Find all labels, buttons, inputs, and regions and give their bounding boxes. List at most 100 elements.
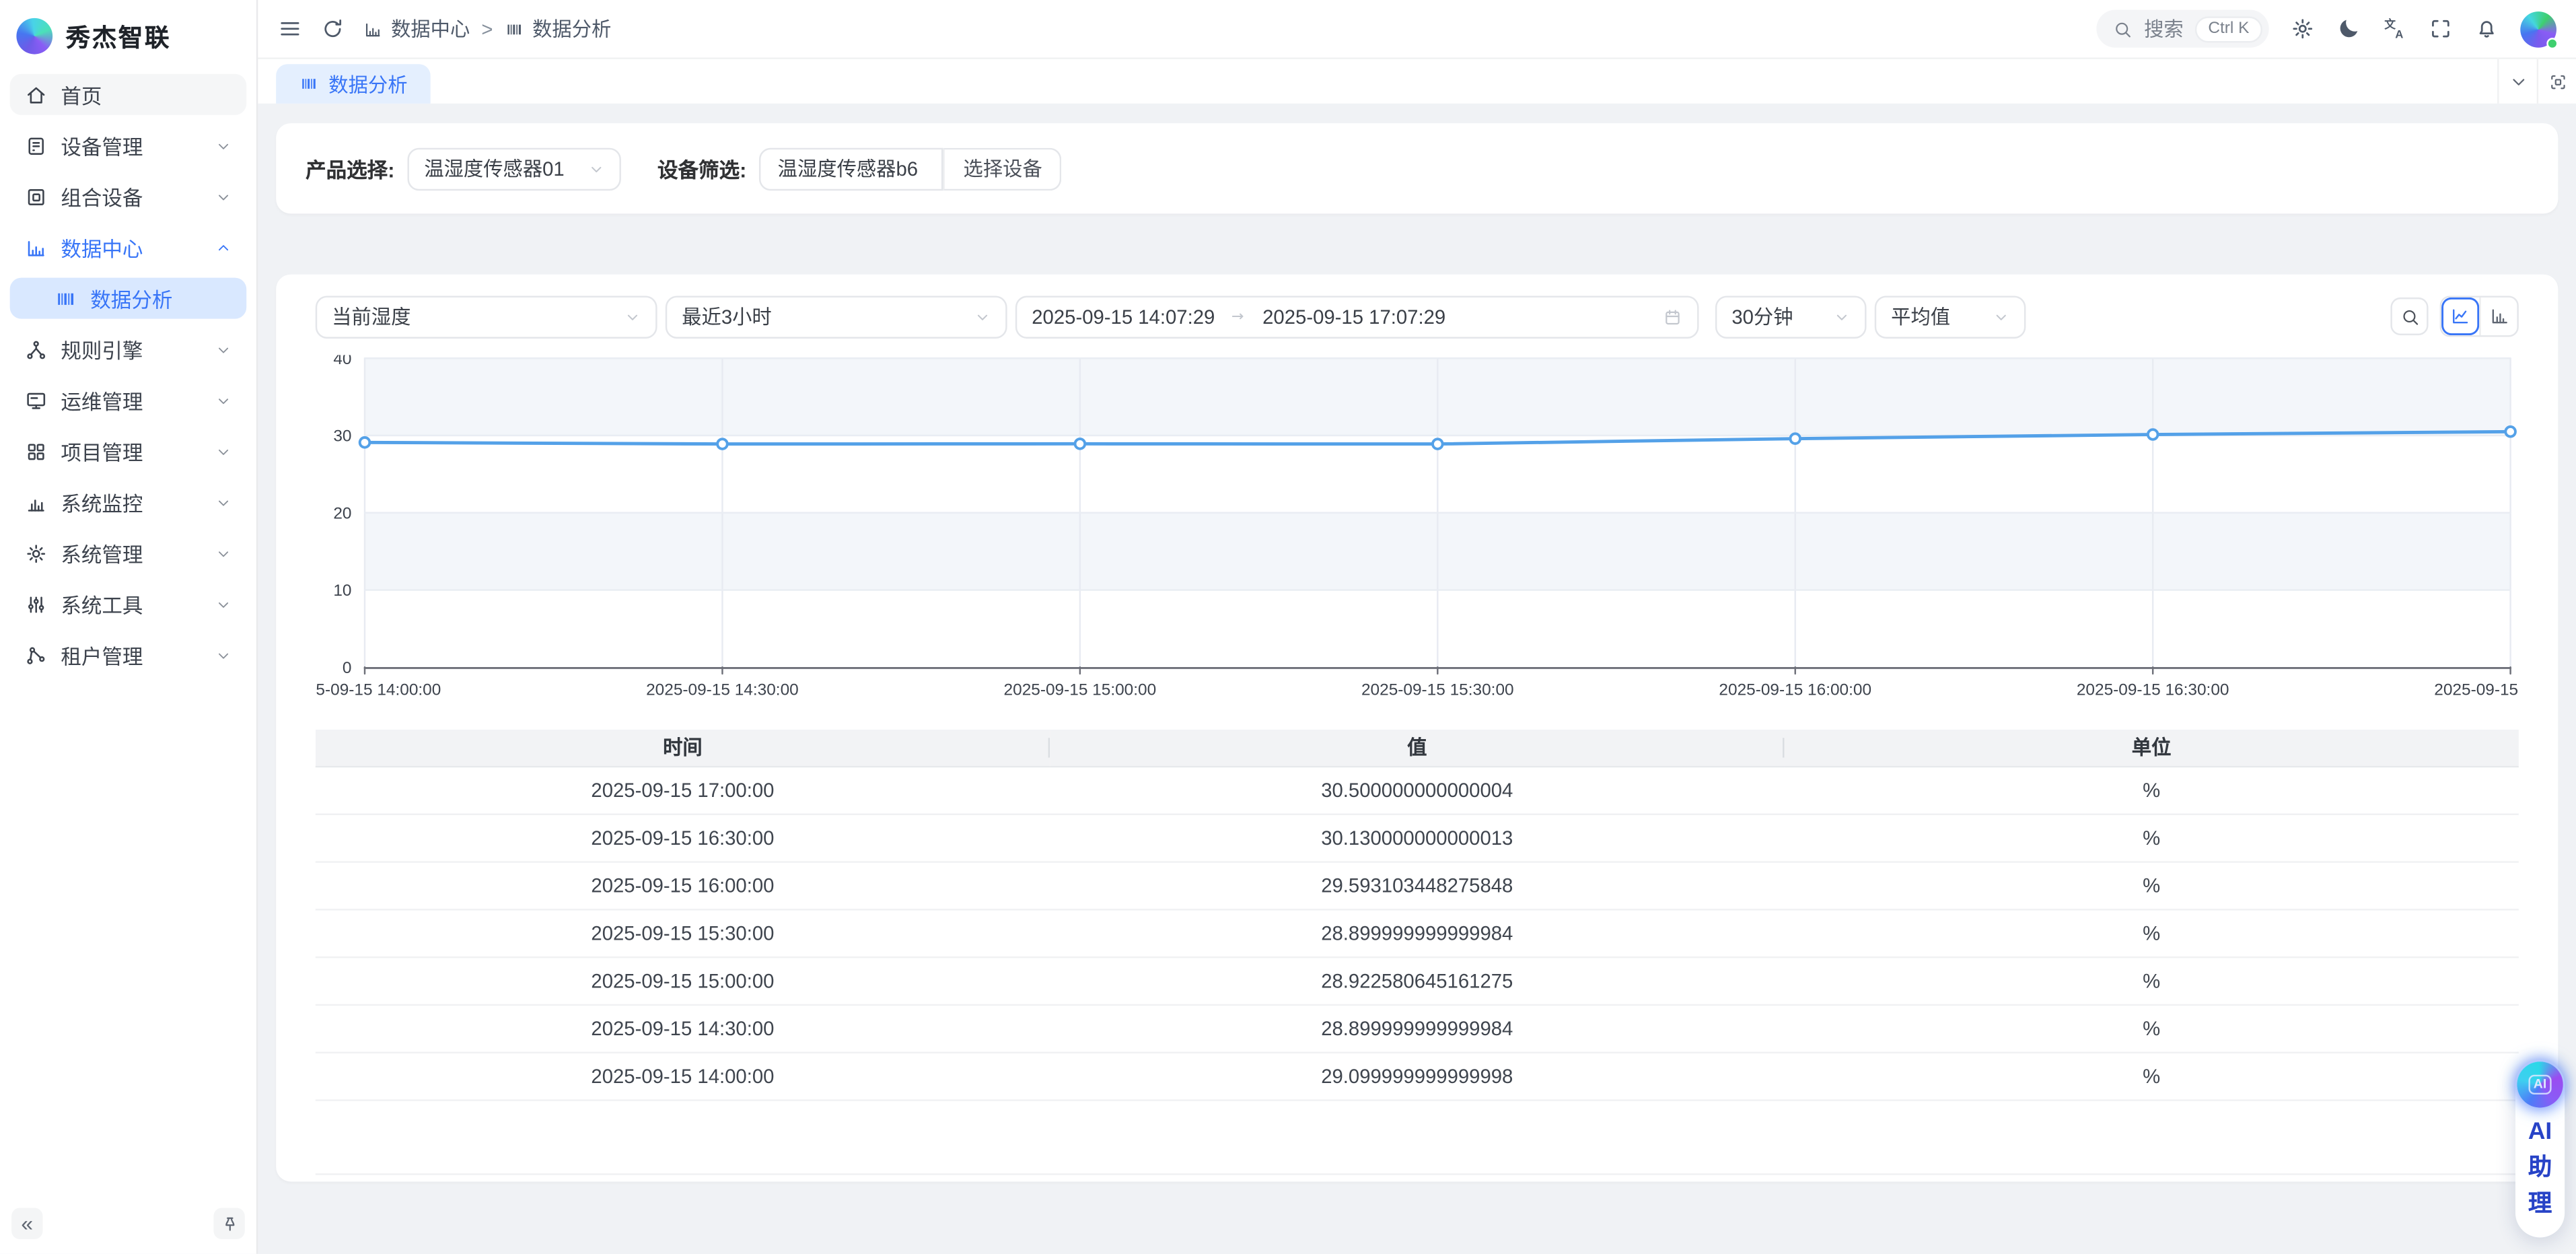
tab-list-dropdown-button[interactable] [2497, 59, 2537, 104]
cell-time: 2025-09-15 15:30:00 [316, 909, 1050, 956]
sidebar-item-label: 系统管理 [61, 537, 143, 568]
humidity-line-chart[interactable]: 0102030402025-09-15 14:00:002025-09-15 1… [316, 355, 2519, 708]
histogram-icon [25, 491, 48, 514]
chevron-down-icon [1834, 308, 1850, 324]
select-device-button[interactable]: 选择设备 [943, 147, 1062, 190]
breadcrumb-separator: > [481, 18, 493, 40]
column-header-value[interactable]: 值 [1050, 730, 1784, 766]
aggregation-select[interactable]: 平均值 [1875, 295, 2026, 337]
language-button[interactable]: 文A [2382, 16, 2407, 41]
metric-select[interactable]: 当前湿度 [316, 295, 657, 337]
chevron-down-icon [215, 341, 231, 357]
refresh-button[interactable] [320, 16, 345, 41]
svg-text:30: 30 [333, 427, 351, 446]
sidebar-item-rules-engine[interactable]: 规则引擎 [10, 328, 247, 370]
chevron-down-icon [215, 494, 231, 510]
chart-controls: 当前湿度 最近3小时 2025-09-15 14:07:29 2025-09-1… [316, 295, 2519, 337]
analysis-panel: 当前湿度 最近3小时 2025-09-15 14:07:29 2025-09-1… [276, 275, 2558, 1182]
column-header-unit[interactable]: 单位 [1784, 730, 2518, 766]
chart-type-toggle [2440, 295, 2519, 337]
device-filter-label: 设备筛选: [657, 153, 746, 184]
data-table: 时间 值 单位 2025-09-15 17:00:0030.5000000000… [316, 730, 2519, 1101]
brand-logo-icon [16, 18, 52, 55]
sidebar-item-tenant-management[interactable]: 租户管理 [10, 634, 247, 675]
tabbar: 数据分析 [258, 59, 2576, 104]
svg-text:10: 10 [333, 582, 351, 600]
sidebar-item-label: 规则引擎 [61, 334, 143, 365]
cell-value: 28.899999999999984 [1050, 1004, 1784, 1052]
arrow-right-icon [1229, 308, 1248, 326]
settings-button[interactable] [2290, 16, 2315, 41]
date-range-picker[interactable]: 2025-09-15 14:07:29 2025-09-15 17:07:29 [1015, 295, 1699, 337]
notifications-bell-button[interactable] [2474, 16, 2499, 41]
cell-value: 30.130000000000013 [1050, 814, 1784, 862]
cell-unit: % [1784, 909, 2518, 956]
breadcrumb-parent[interactable]: 数据中心 [363, 15, 470, 43]
product-select[interactable]: 温湿度传感器01 [408, 147, 621, 190]
cell-time: 2025-09-15 15:00:00 [316, 956, 1050, 1004]
sidebar-item-device-management[interactable]: 设备管理 [10, 125, 247, 166]
svg-text:2025-09-15 16:00:00: 2025-09-15 16:00:00 [1719, 681, 1871, 699]
svg-text:2025-09-15 14:00:00: 2025-09-15 14:00:00 [316, 681, 441, 699]
sidebar-item-label: 系统工具 [61, 588, 143, 619]
cell-time: 2025-09-15 16:30:00 [316, 814, 1050, 862]
fullscreen-button[interactable] [2429, 16, 2454, 41]
chevron-down-icon [215, 647, 231, 663]
query-search-button[interactable] [2390, 298, 2428, 335]
svg-text:40: 40 [333, 355, 351, 368]
column-header-time[interactable]: 时间 [316, 730, 1050, 766]
cell-value: 29.593103448275848 [1050, 861, 1784, 909]
sidebar-item-data-center[interactable]: 数据中心 [10, 227, 247, 268]
cell-value: 29.099999999999998 [1050, 1052, 1784, 1100]
barcode-icon [55, 287, 77, 310]
sidebar: 秀杰智联 首页 设备管理 组合设备 数据中心 [0, 0, 258, 1254]
table-row: 2025-09-15 16:00:0029.593103448275848% [316, 861, 2519, 909]
chevron-up-icon [215, 239, 231, 255]
bar-chart-icon [25, 236, 48, 258]
sidebar-item-label: 设备管理 [61, 130, 143, 161]
global-search[interactable]: 搜索 Ctrl K [2096, 10, 2268, 48]
start-datetime: 2025-09-15 14:07:29 [1032, 305, 1215, 328]
sidebar-item-label: 数据分析 [90, 283, 172, 314]
svg-text:2025-09-15 15:30:00: 2025-09-15 15:30:00 [1361, 681, 1514, 699]
breadcrumb: 数据中心 > 数据分析 [363, 15, 612, 43]
bar-chart-toggle-button[interactable] [2479, 298, 2517, 335]
product-select-label: 产品选择: [306, 153, 394, 184]
tab-data-analysis[interactable]: 数据分析 [276, 64, 431, 104]
sidebar-item-combined-devices[interactable]: 组合设备 [10, 176, 247, 217]
barcode-icon [505, 19, 524, 38]
sidebar-item-home[interactable]: 首页 [10, 74, 247, 115]
page-content: 产品选择: 温湿度传感器01 设备筛选: 温湿度传感器b6 选择设备 [258, 104, 2576, 1254]
interval-select[interactable]: 30分钟 [1715, 295, 1867, 337]
line-chart-toggle-button[interactable] [2441, 298, 2479, 335]
sidebar-footer: « [0, 1193, 256, 1254]
sidebar-menu: 首页 设备管理 组合设备 数据中心 数据分析 [0, 72, 256, 1193]
sidebar-item-project-management[interactable]: 项目管理 [10, 431, 247, 472]
ai-assistant-button[interactable]: AI AI助理 [2515, 1060, 2565, 1238]
time-range-select[interactable]: 最近3小时 [666, 295, 1007, 337]
sidebar-item-data-analysis[interactable]: 数据分析 [10, 278, 247, 319]
table-row: 2025-09-15 15:00:0028.922580645161275% [316, 956, 2519, 1004]
maximize-content-button[interactable] [2537, 59, 2576, 104]
tabbar-actions [2497, 59, 2576, 104]
hamburger-menu-button[interactable] [278, 16, 303, 41]
sidebar-item-system-monitoring[interactable]: 系统监控 [10, 481, 247, 522]
sidebar-item-ops-management[interactable]: 运维管理 [10, 380, 247, 421]
tab-label: 数据分析 [328, 70, 407, 98]
pin-sidebar-button[interactable] [213, 1208, 244, 1239]
user-avatar[interactable] [2520, 11, 2556, 47]
sidebar-item-system-tools[interactable]: 系统工具 [10, 584, 247, 625]
device-filter-input[interactable]: 温湿度传感器b6 [760, 147, 943, 190]
chevron-down-icon [588, 160, 604, 176]
svg-text:A: A [2395, 28, 2403, 40]
app-window: 秀杰智联 首页 设备管理 组合设备 数据中心 [0, 0, 2576, 1254]
sidebar-item-system-management[interactable]: 系统管理 [10, 532, 247, 573]
metric-select-value: 当前湿度 [332, 302, 410, 330]
chevron-down-icon [215, 188, 231, 205]
breadcrumb-current[interactable]: 数据分析 [505, 15, 612, 43]
dark-mode-button[interactable] [2336, 16, 2361, 41]
time-range-value: 最近3小时 [682, 302, 772, 330]
sidebar-item-label: 数据中心 [61, 232, 143, 263]
svg-text:2025-09-15 17:00:00: 2025-09-15 17:00:00 [2434, 681, 2519, 699]
collapse-sidebar-button[interactable]: « [11, 1208, 42, 1239]
